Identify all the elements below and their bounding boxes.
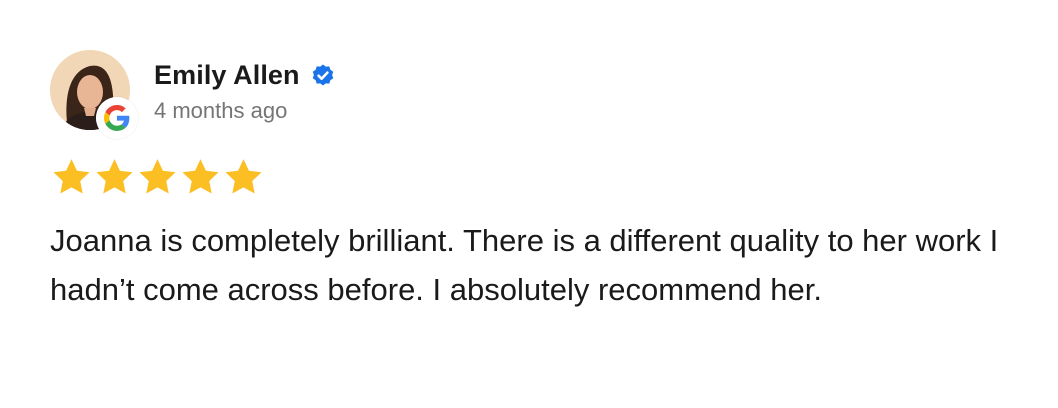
star-icon xyxy=(179,156,222,198)
star-icon xyxy=(93,156,136,198)
name-row: Emily Allen xyxy=(154,58,337,92)
review-time: 4 months ago xyxy=(154,98,288,123)
avatar-container xyxy=(50,50,138,139)
star-icon xyxy=(50,156,93,198)
star-icon xyxy=(136,156,179,198)
verified-badge-icon xyxy=(309,61,337,89)
review-header: Emily Allen 4 months ago xyxy=(50,50,337,139)
review-card: Emily Allen 4 months ago Joanna is compl… xyxy=(0,0,1058,408)
review-text: Joanna is completely brilliant. There is… xyxy=(50,223,999,307)
star-rating xyxy=(50,156,265,198)
google-icon xyxy=(96,97,138,139)
star-icon xyxy=(222,156,265,198)
reviewer-name: Emily Allen xyxy=(154,59,300,90)
reviewer-meta: Emily Allen 4 months ago xyxy=(154,58,337,124)
